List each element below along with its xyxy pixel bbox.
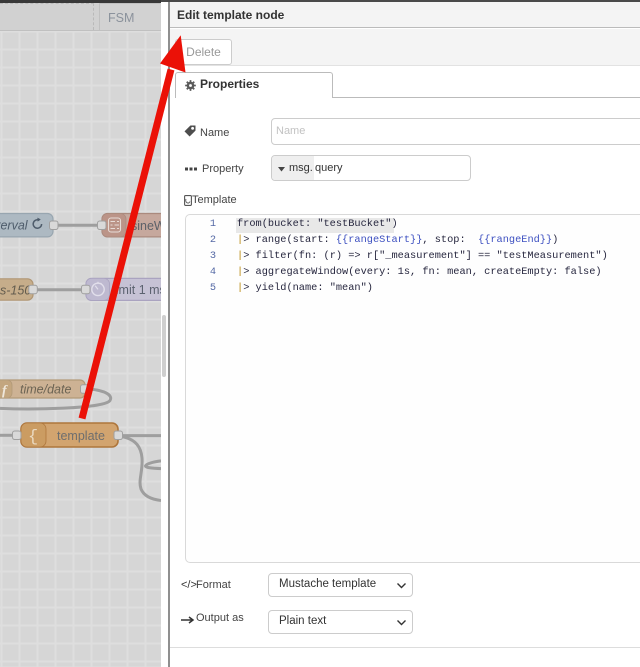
svg-text:terval: terval (0, 219, 29, 233)
svg-text:sineW: sineW (131, 219, 161, 233)
svg-text:{: { (28, 428, 38, 447)
svg-text:limit 1 ms: limit 1 ms (113, 283, 161, 297)
svg-text:time/date: time/date (20, 383, 71, 397)
svg-text:s-150: s-150 (0, 284, 31, 298)
svg-text:template: template (57, 429, 105, 443)
